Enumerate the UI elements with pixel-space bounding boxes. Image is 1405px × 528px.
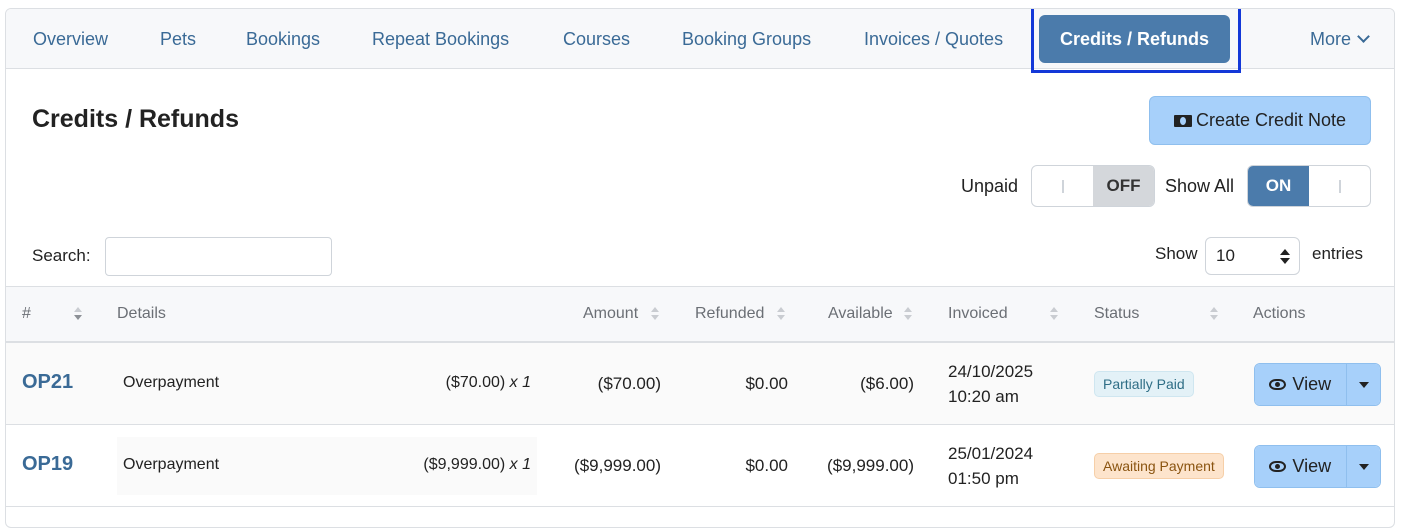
actions-dropdown-toggle[interactable] (1345, 364, 1380, 405)
status-badge: Partially Paid (1094, 371, 1194, 397)
line-amount-value: ($9,999.00) (423, 456, 506, 473)
unpaid-label: Unpaid (961, 176, 1019, 196)
amount-value: ($70.00) (597, 374, 661, 393)
tab-invoices-quotes[interactable]: Invoices / Quotes (864, 9, 1003, 69)
view-button-group: View (1254, 445, 1381, 488)
toggle-grip (1032, 166, 1093, 206)
view-button[interactable]: View (1255, 446, 1346, 487)
table-row: OP19 Overpayment ($9,999.00) x 1 ($9,999… (6, 425, 1394, 507)
column-header-invoiced[interactable]: Invoiced (948, 287, 1008, 341)
money-bill-icon (1173, 114, 1192, 127)
detail-line-amount: ($70.00) x 1 (446, 374, 531, 392)
view-button[interactable]: View (1255, 364, 1346, 405)
line-amount-value: ($70.00) (445, 374, 506, 391)
customer-panel: Overview Pets Bookings Repeat Bookings C… (5, 8, 1395, 528)
show-all-label: Show All (1165, 176, 1235, 196)
detail-description: Overpayment (123, 456, 220, 473)
table-row: OP21 Overpayment ($70.00) x 1 ($70.00) $… (6, 343, 1394, 425)
show-entries-label: Show (1155, 244, 1198, 263)
tab-more[interactable]: More (1309, 9, 1370, 69)
search-label: Search: (32, 246, 91, 265)
tab-bar: Overview Pets Bookings Repeat Bookings C… (6, 9, 1394, 73)
view-label: View (1292, 456, 1332, 476)
tab-more-label: More (1309, 29, 1351, 49)
unpaid-toggle[interactable]: OFF (1031, 165, 1155, 207)
tab-bookings[interactable]: Bookings (246, 9, 320, 69)
view-button-group: View (1254, 363, 1381, 406)
show-all-toggle-state: ON (1248, 166, 1309, 206)
search-input[interactable] (105, 237, 332, 276)
show-all-toggle[interactable]: ON (1247, 165, 1371, 207)
eye-icon (1269, 379, 1287, 390)
invoiced-time: 01:50 pm (948, 469, 1019, 488)
column-header-available[interactable]: Available (828, 287, 893, 341)
tab-booking-groups[interactable]: Booking Groups (682, 9, 811, 69)
table-header: # Details Amount Refunded Available Invo… (6, 286, 1394, 343)
tab-repeat-bookings[interactable]: Repeat Bookings (372, 9, 509, 69)
actions-dropdown-toggle[interactable] (1345, 446, 1380, 487)
detail-description: Overpayment (123, 374, 220, 391)
refunded-value: $0.00 (745, 374, 788, 393)
invoiced-date: 25/01/2024 (948, 444, 1034, 463)
column-header-actions: Actions (1253, 305, 1306, 322)
available-value: ($6.00) (860, 374, 914, 393)
entries-select[interactable]: 10 (1205, 237, 1300, 275)
tab-pets[interactable]: Pets (160, 9, 196, 69)
tab-courses[interactable]: Courses (563, 9, 630, 69)
entries-select-value: 10 (1216, 246, 1235, 265)
invoiced-date: 24/10/2025 (948, 362, 1034, 381)
status-badge: Awaiting Payment (1094, 453, 1224, 479)
credit-reference-link[interactable]: OP21 (22, 371, 73, 394)
column-header-number[interactable]: # (22, 287, 31, 341)
line-qty: x 1 (509, 456, 531, 473)
unpaid-toggle-state: OFF (1093, 166, 1154, 206)
tab-credits-refunds[interactable]: Credits / Refunds (1039, 15, 1231, 63)
column-header-refunded[interactable]: Refunded (695, 287, 764, 341)
view-label: View (1292, 374, 1332, 394)
amount-value: ($9,999.00) (574, 456, 661, 475)
entries-suffix: entries (1312, 244, 1364, 263)
tab-overview[interactable]: Overview (33, 9, 108, 69)
column-header-status[interactable]: Status (1094, 287, 1139, 341)
refunded-value: $0.00 (745, 456, 788, 475)
create-credit-note-label: Create Credit Note (1195, 110, 1347, 130)
line-qty: x 1 (509, 374, 531, 391)
invoiced-time: 10:20 am (948, 387, 1019, 406)
credit-reference-link[interactable]: OP19 (22, 453, 73, 476)
page-title: Credits / Refunds (32, 105, 239, 133)
eye-icon (1269, 461, 1287, 472)
column-header-amount[interactable]: Amount (583, 287, 638, 341)
create-credit-note-button[interactable]: Create Credit Note (1149, 96, 1371, 145)
available-value: ($9,999.00) (827, 456, 914, 475)
chevron-down-icon (1357, 30, 1370, 43)
toggle-grip (1309, 166, 1370, 206)
column-header-details: Details (117, 305, 166, 322)
detail-line-amount: ($9,999.00) x 1 (423, 456, 531, 474)
